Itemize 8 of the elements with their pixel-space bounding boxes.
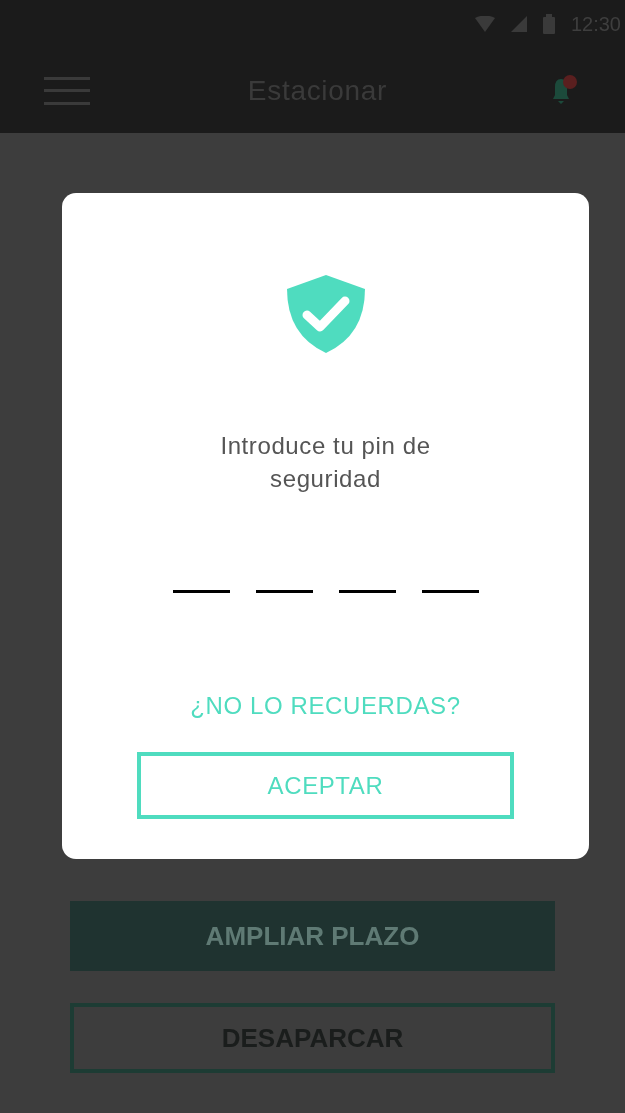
accept-button[interactable]: ACEPTAR — [137, 752, 514, 819]
background-button[interactable]: AMPLIAR PLAZO — [70, 901, 555, 971]
wifi-icon — [474, 16, 495, 32]
dialog-title: Introduce tu pin de seguridad — [219, 431, 432, 494]
signal-icon — [510, 16, 527, 32]
forgot-pin-link[interactable]: ¿NO LO RECUERDAS? — [190, 688, 461, 724]
battery-icon — [542, 14, 555, 34]
shield-check-icon — [286, 275, 365, 353]
